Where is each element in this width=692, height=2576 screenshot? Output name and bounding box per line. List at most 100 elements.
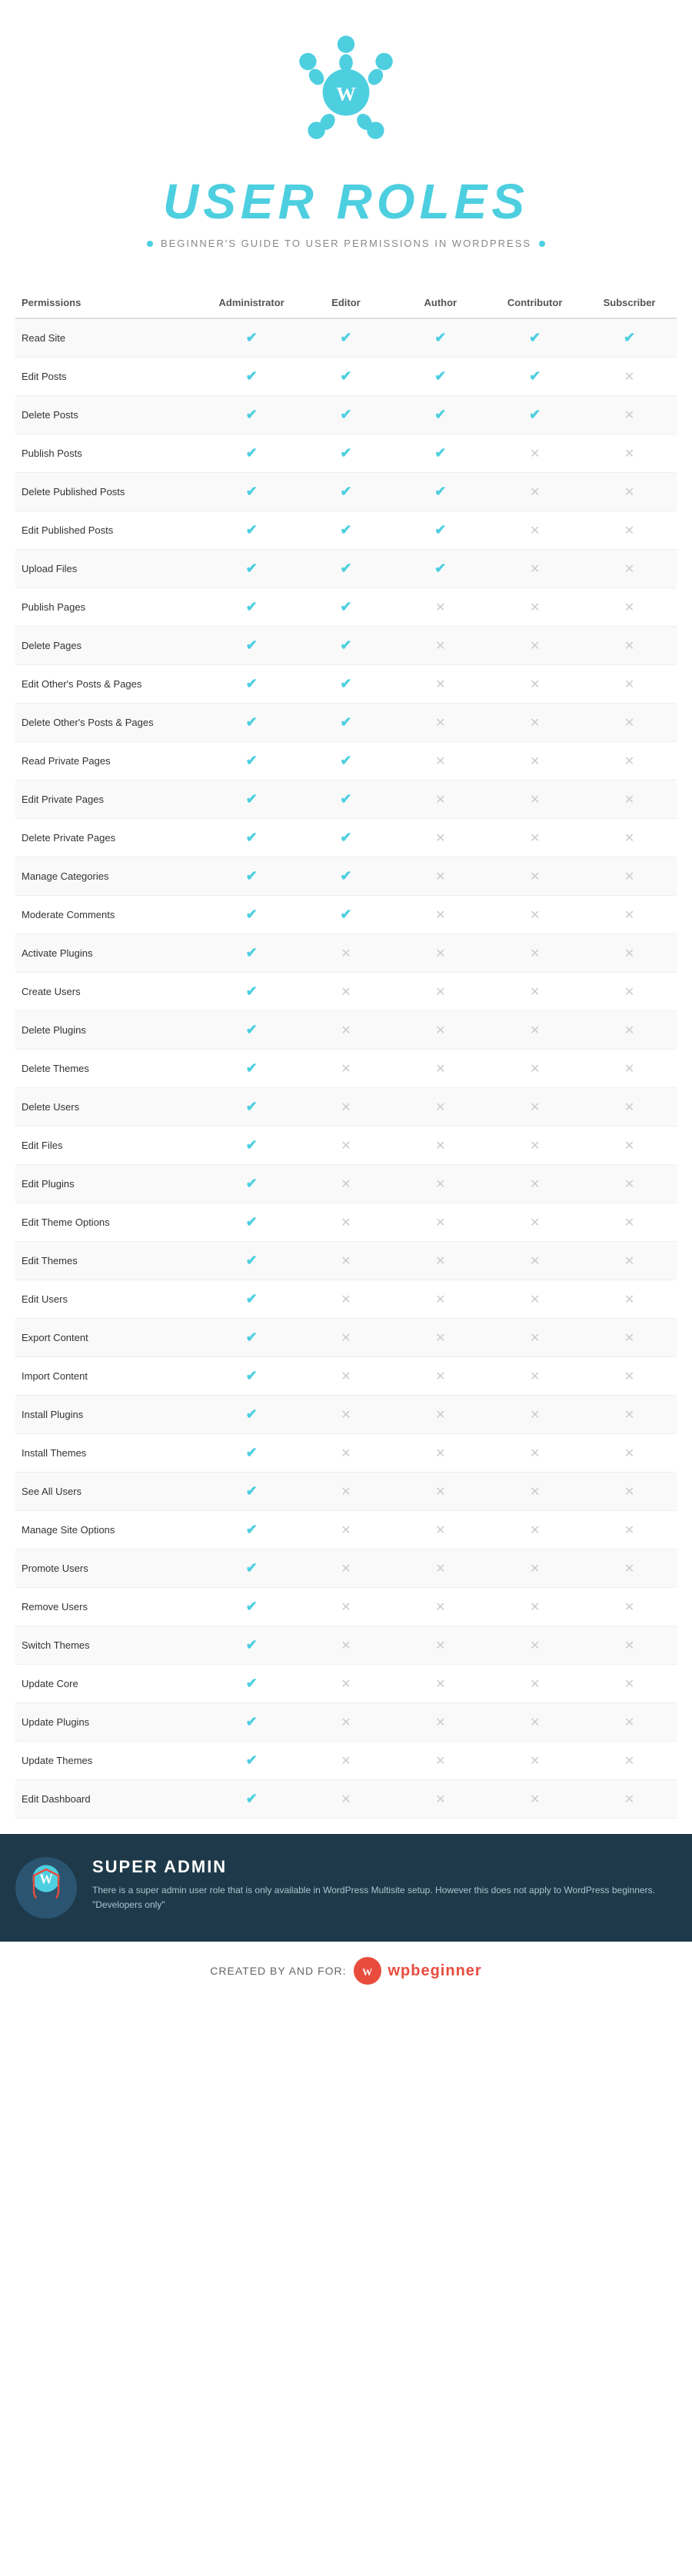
table-row: Edit Files✔✕✕✕✕: [15, 1127, 677, 1165]
permission-subscriber: ✕: [582, 1626, 677, 1665]
permission-editor: ✕: [299, 1165, 394, 1203]
check-icon: ✔: [340, 907, 351, 922]
check-icon: ✔: [246, 368, 258, 384]
cross-icon: ✕: [624, 601, 634, 614]
check-icon: ✔: [246, 445, 258, 461]
permission-admin: ✔: [205, 1357, 299, 1396]
table-row: Delete Users✔✕✕✕✕: [15, 1088, 677, 1127]
permission-subscriber: ✕: [582, 627, 677, 665]
permission-editor: ✔: [299, 511, 394, 550]
cross-icon: ✕: [624, 755, 634, 768]
permission-editor: ✕: [299, 1203, 394, 1242]
permission-admin: ✔: [205, 473, 299, 511]
check-icon: ✔: [246, 1637, 258, 1652]
permission-name: Remove Users: [15, 1588, 205, 1626]
permission-name: Edit Themes: [15, 1242, 205, 1280]
permission-name: Delete Themes: [15, 1050, 205, 1088]
permission-name: Read Private Pages: [15, 742, 205, 780]
cross-icon: ✕: [624, 832, 634, 845]
permission-subscriber: ✕: [582, 1703, 677, 1742]
permission-name: Update Themes: [15, 1742, 205, 1780]
permission-subscriber: ✕: [582, 511, 677, 550]
cross-icon: ✕: [530, 1563, 540, 1576]
permission-admin: ✔: [205, 1703, 299, 1742]
table-row: Update Themes✔✕✕✕✕: [15, 1742, 677, 1780]
permission-editor: ✔: [299, 550, 394, 588]
cross-icon: ✕: [435, 1524, 445, 1537]
permission-subscriber: ✕: [582, 819, 677, 857]
cross-icon: ✕: [530, 909, 540, 922]
cross-icon: ✕: [435, 1716, 445, 1729]
permission-editor: ✔: [299, 434, 394, 473]
permission-admin: ✔: [205, 1280, 299, 1319]
permission-name: Read Site: [15, 318, 205, 358]
permission-name: Import Content: [15, 1357, 205, 1396]
cross-icon: ✕: [530, 1524, 540, 1537]
page-header: W USER ROLES BEGINNER'S GUIDE TO USER PE…: [0, 0, 692, 288]
cross-icon: ✕: [435, 1293, 445, 1306]
permission-author: ✕: [393, 1665, 487, 1703]
table-row: Remove Users✔✕✕✕✕: [15, 1588, 677, 1626]
table-row: Edit Plugins✔✕✕✕✕: [15, 1165, 677, 1203]
permission-author: ✔: [393, 473, 487, 511]
check-icon: ✔: [340, 330, 351, 345]
cross-icon: ✕: [341, 1024, 351, 1037]
permission-editor: ✕: [299, 1050, 394, 1088]
permission-subscriber: ✕: [582, 896, 677, 934]
permission-name: Edit Other's Posts & Pages: [15, 665, 205, 704]
table-row: Delete Private Pages✔✔✕✕✕: [15, 819, 677, 857]
permission-admin: ✔: [205, 1319, 299, 1357]
cross-icon: ✕: [341, 1563, 351, 1576]
cross-icon: ✕: [624, 1486, 634, 1499]
permission-contributor: ✕: [487, 1396, 582, 1434]
check-icon: ✔: [246, 1214, 258, 1230]
permission-contributor: ✕: [487, 1780, 582, 1819]
permission-contributor: ✕: [487, 973, 582, 1011]
check-icon: ✔: [246, 1483, 258, 1499]
cross-icon: ✕: [435, 1178, 445, 1191]
permission-admin: ✔: [205, 588, 299, 627]
permission-subscriber: ✕: [582, 1165, 677, 1203]
permission-editor: ✔: [299, 857, 394, 896]
permission-author: ✕: [393, 1357, 487, 1396]
permission-name: Upload Files: [15, 550, 205, 588]
check-icon: ✔: [340, 714, 351, 730]
col-header-contributor: Contributor: [487, 288, 582, 318]
permission-subscriber: ✕: [582, 1588, 677, 1626]
permission-editor: ✕: [299, 1434, 394, 1473]
permission-author: ✕: [393, 1703, 487, 1742]
permission-admin: ✔: [205, 742, 299, 780]
permission-editor: ✕: [299, 1011, 394, 1050]
permission-editor: ✔: [299, 318, 394, 358]
permission-editor: ✕: [299, 1511, 394, 1549]
permission-subscriber: ✕: [582, 857, 677, 896]
check-icon: ✔: [246, 676, 258, 691]
check-icon: ✔: [340, 407, 351, 422]
permission-admin: ✔: [205, 550, 299, 588]
cross-icon: ✕: [624, 1332, 634, 1345]
cross-icon: ✕: [341, 1678, 351, 1691]
permission-editor: ✔: [299, 473, 394, 511]
wp-logo-icon: W: [284, 31, 408, 154]
permission-admin: ✔: [205, 857, 299, 896]
cross-icon: ✕: [530, 1639, 540, 1652]
cross-icon: ✕: [530, 1409, 540, 1422]
permission-admin: ✔: [205, 973, 299, 1011]
cross-icon: ✕: [341, 1601, 351, 1614]
table-row: Edit Private Pages✔✔✕✕✕: [15, 780, 677, 819]
check-icon: ✔: [246, 637, 258, 653]
cross-icon: ✕: [530, 1178, 540, 1191]
permission-subscriber: ✕: [582, 1511, 677, 1549]
permission-subscriber: ✕: [582, 1088, 677, 1127]
permission-author: ✕: [393, 780, 487, 819]
cross-icon: ✕: [624, 1639, 634, 1652]
permission-author: ✔: [393, 318, 487, 358]
permission-author: ✕: [393, 1742, 487, 1780]
wpbeginner-icon: W: [354, 1957, 381, 1985]
permission-name: See All Users: [15, 1473, 205, 1511]
cross-icon: ✕: [624, 1140, 634, 1153]
table-row: Upload Files✔✔✔✕✕: [15, 550, 677, 588]
cross-icon: ✕: [530, 1793, 540, 1806]
permission-editor: ✕: [299, 1588, 394, 1626]
permission-subscriber: ✕: [582, 588, 677, 627]
